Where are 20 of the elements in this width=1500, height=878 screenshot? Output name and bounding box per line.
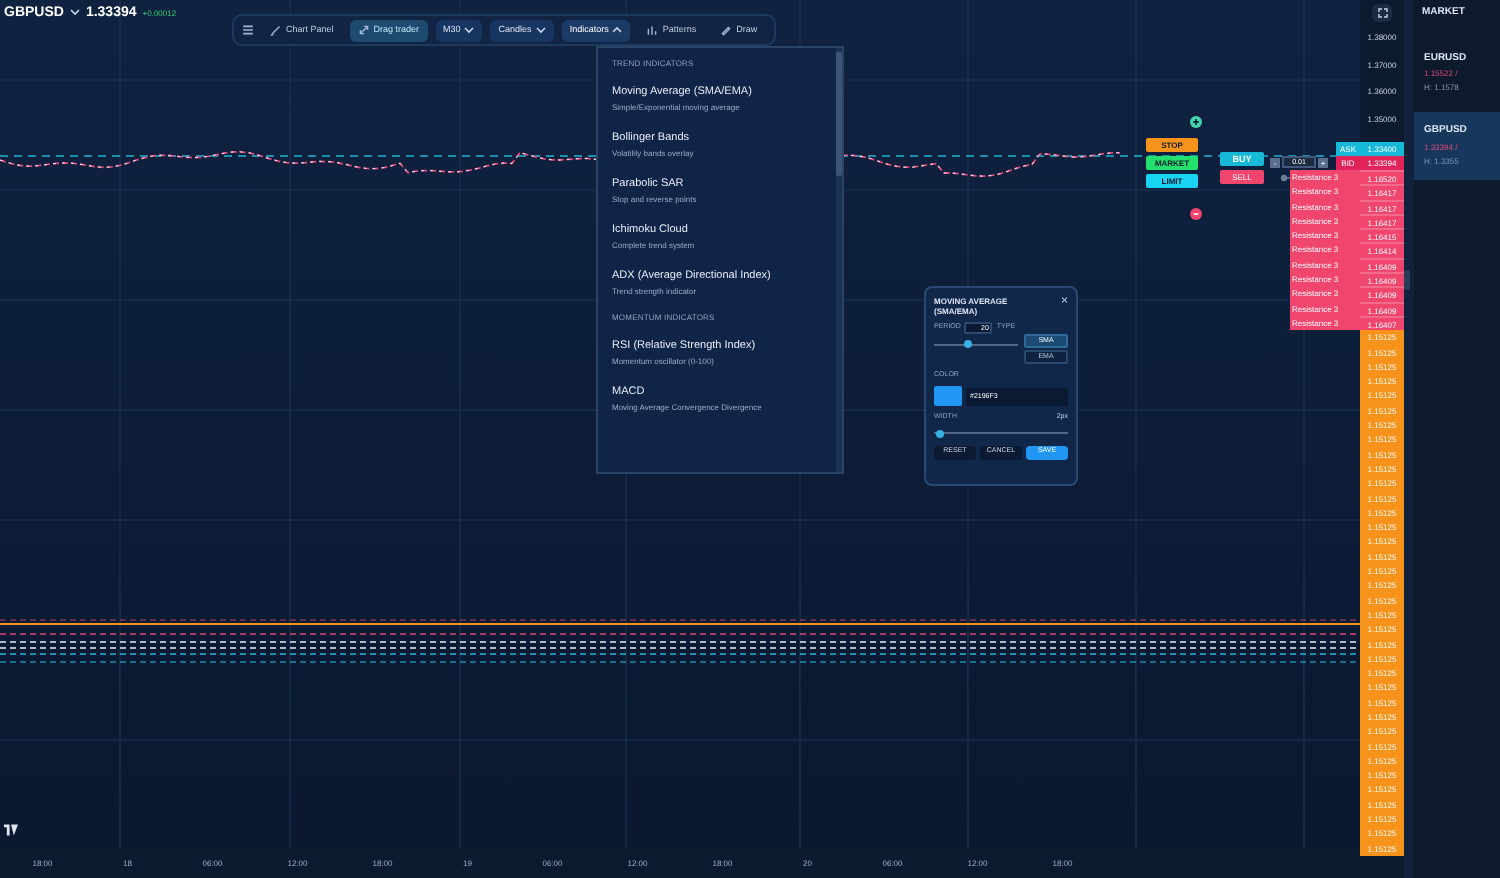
- remove-order-button[interactable]: [1190, 208, 1202, 220]
- bars-icon: [646, 24, 659, 36]
- add-order-button[interactable]: [1190, 116, 1202, 128]
- fullscreen-button[interactable]: [1372, 4, 1392, 22]
- pencil-icon: [720, 24, 733, 36]
- color-swatch[interactable]: [934, 386, 962, 407]
- chevron-icon: [69, 8, 80, 16]
- scrollbar-thumb[interactable]: [836, 52, 842, 176]
- period-slider[interactable]: [934, 340, 1018, 348]
- menu-icon[interactable]: [242, 24, 254, 36]
- chevron-icon: [535, 26, 546, 34]
- plus-icon: [1192, 118, 1200, 126]
- chevron-icon: [464, 26, 475, 34]
- width-slider[interactable]: [934, 429, 1068, 437]
- pencil-icon: [270, 24, 282, 36]
- minus-icon: [1192, 210, 1200, 218]
- chevron-icon: [612, 26, 623, 34]
- tradingview-logo-icon: [4, 824, 18, 836]
- arrows-icon: [357, 24, 370, 36]
- expand-icon: [1377, 8, 1387, 18]
